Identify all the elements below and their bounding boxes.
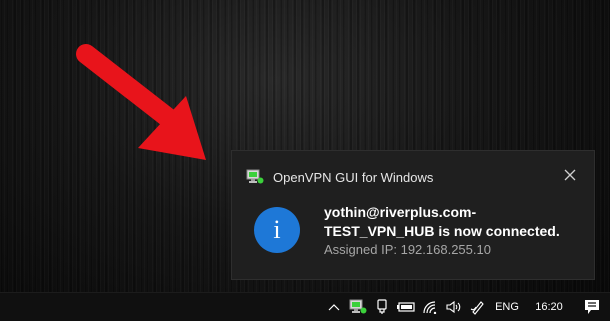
notification-body: Assigned IP: 192.168.255.10 bbox=[324, 242, 491, 257]
input-language-button[interactable]: ENG bbox=[490, 293, 524, 321]
usb-device-tray-button[interactable] bbox=[370, 293, 394, 321]
system-tray: ENG 16:20 bbox=[322, 293, 610, 321]
close-icon bbox=[564, 169, 576, 181]
show-hidden-icons-button[interactable] bbox=[322, 293, 346, 321]
action-center-button[interactable] bbox=[574, 293, 610, 321]
toast-header: OpenVPN GUI for Windows bbox=[246, 167, 433, 187]
taskbar: ENG 16:20 bbox=[0, 292, 610, 321]
volume-tray-button[interactable] bbox=[442, 293, 466, 321]
openvpn-monitor-icon bbox=[246, 169, 264, 184]
pen-workspace-tray-button[interactable] bbox=[466, 293, 490, 321]
notification-title: yothin@riverplus.com- TEST_VPN_HUB is no… bbox=[324, 204, 560, 239]
red-arrow-annotation bbox=[76, 44, 206, 160]
app-name: OpenVPN GUI for Windows bbox=[273, 169, 434, 185]
clock-button[interactable]: 16:20 bbox=[524, 293, 574, 321]
usb-device-icon bbox=[377, 299, 387, 314]
speaker-icon bbox=[446, 300, 461, 314]
openvpn-connected-icon bbox=[349, 299, 367, 314]
pen-icon bbox=[470, 301, 484, 315]
chevron-up-icon bbox=[328, 304, 340, 311]
battery-icon bbox=[397, 302, 415, 312]
network-tray-button[interactable] bbox=[418, 293, 442, 321]
wifi-icon bbox=[423, 301, 437, 314]
toast-notification[interactable]: OpenVPN GUI for Windows i yothin@riverpl… bbox=[231, 150, 595, 280]
info-icon: i bbox=[254, 207, 300, 253]
notification-center-icon bbox=[585, 300, 599, 314]
info-icon-glyph: i bbox=[273, 215, 281, 244]
battery-tray-button[interactable] bbox=[394, 293, 418, 321]
close-button[interactable] bbox=[562, 167, 578, 183]
openvpn-tray-button[interactable] bbox=[346, 293, 370, 321]
